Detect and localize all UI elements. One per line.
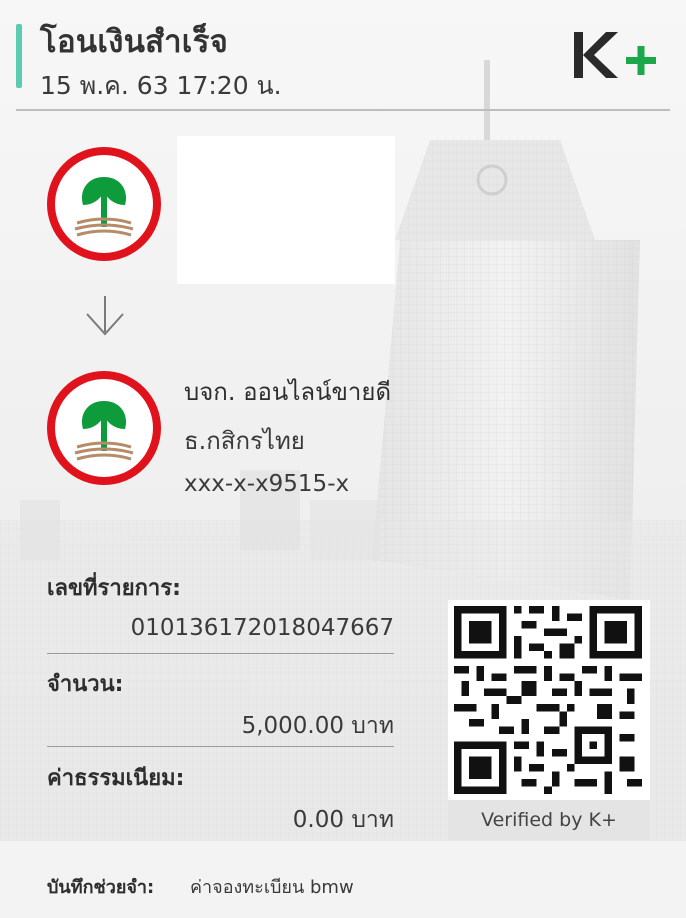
slip-header: โอนเงินสำเร็จ 15 พ.ค. 63 17:20 น.	[0, 0, 686, 112]
amount-label: จำนวน:	[47, 672, 124, 697]
header-divider	[16, 109, 670, 111]
receiver-bank: ธ.กสิกรไทย	[184, 427, 305, 455]
qr-caption: Verified by K+	[448, 800, 650, 840]
arrow-down-icon	[86, 296, 124, 336]
kplus-logo-icon	[574, 32, 656, 78]
amount-value: 5,000.00 บาท	[241, 713, 394, 739]
transaction-datetime: 15 พ.ค. 63 17:20 น.	[40, 71, 282, 100]
reference-label: เลขที่รายการ:	[47, 576, 181, 601]
memo-label: บันทึกช่วยจำ:	[47, 877, 155, 898]
fee-label: ค่าธรรมเนียม:	[47, 766, 185, 791]
kasikornbank-logo-icon	[47, 147, 161, 261]
reference-value: 010136172018047667	[130, 615, 394, 641]
page-title: โอนเงินสำเร็จ	[40, 24, 229, 60]
receiver-name: บจก. ออนไลน์ขายดี	[184, 378, 392, 406]
receiver-account-number: xxx-x-x9515-x	[184, 471, 350, 497]
verification-qr[interactable]: Verified by K+	[448, 600, 650, 840]
divider	[47, 746, 394, 747]
sender-name-redacted	[177, 136, 395, 284]
header-accent-bar	[16, 24, 22, 88]
qr-code-icon	[454, 606, 642, 794]
qr-box	[448, 600, 650, 800]
memo-section: บันทึกช่วยจำ: ค่าจองทะเบียน bmw	[0, 841, 686, 918]
memo-value: ค่าจองทะเบียน bmw	[190, 877, 354, 898]
kasikornbank-logo-icon	[47, 371, 161, 485]
divider	[47, 653, 394, 654]
transfer-slip: โอนเงินสำเร็จ 15 พ.ค. 63 17:20 น. บจก. อ…	[0, 0, 686, 918]
fee-value: 0.00 บาท	[292, 807, 394, 833]
